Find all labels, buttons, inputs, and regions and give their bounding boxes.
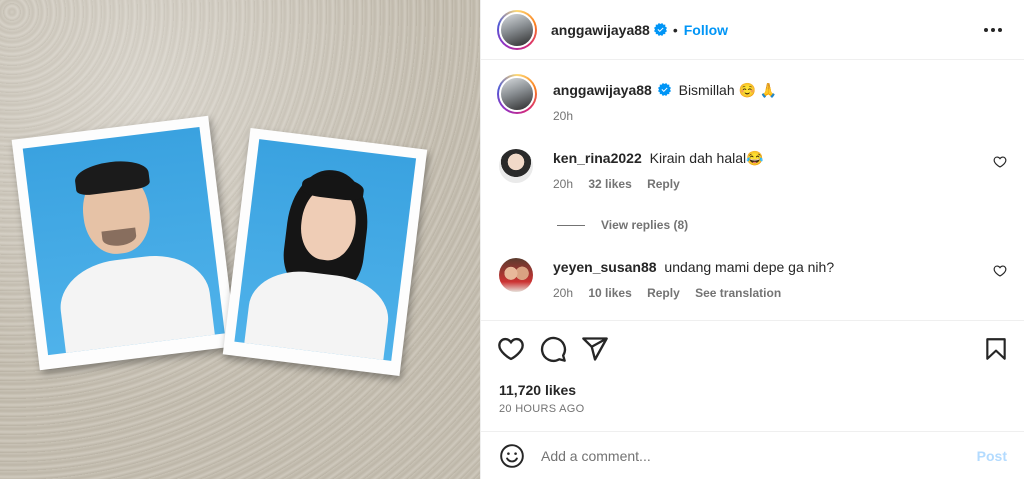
emoji-icon[interactable] <box>499 443 525 469</box>
follow-button[interactable]: Follow <box>684 22 728 38</box>
verified-badge-icon <box>657 83 671 96</box>
caption-avatar[interactable] <box>497 74 537 114</box>
commenter-avatar[interactable] <box>499 258 533 292</box>
post-detail-panel: anggawijaya88 • Follow anggawijaya88 Bis… <box>480 0 1024 479</box>
more-horizontal-icon[interactable] <box>981 18 1005 42</box>
share-send-icon[interactable] <box>581 335 609 363</box>
post-timestamp[interactable]: 20 HOURS AGO <box>499 403 585 415</box>
post-image[interactable] <box>0 0 480 479</box>
comment-age[interactable]: 20h <box>553 177 573 191</box>
heart-icon[interactable] <box>993 264 1007 278</box>
comment-item: yeyen_susan88 undang mami depe ga nih? 2… <box>497 258 1007 300</box>
caption-username[interactable]: anggawijaya88 <box>553 82 652 98</box>
passport-photo-woman <box>222 128 428 376</box>
replies-divider <box>557 224 585 226</box>
see-translation-button[interactable]: See translation <box>695 286 781 300</box>
commenter-username[interactable]: ken_rina2022 <box>553 150 642 166</box>
passport-photo-man <box>11 115 237 371</box>
comment-likes[interactable]: 10 likes <box>588 286 631 300</box>
caption-age[interactable]: 20h <box>553 109 573 123</box>
commenter-avatar[interactable] <box>499 149 533 183</box>
caption-text: Bismillah ☺️ 🙏 <box>678 82 778 98</box>
view-replies-button[interactable]: View replies (8) <box>557 218 688 232</box>
comment-text: Kirain dah halal😂 <box>649 150 764 166</box>
comment-input[interactable] <box>541 447 951 464</box>
add-comment-bar: Post <box>481 431 1024 479</box>
comment-item: ken_rina2022 Kirain dah halal😂 20h 32 li… <box>497 149 1007 191</box>
like-heart-icon[interactable] <box>497 335 525 363</box>
comments-section: anggawijaya88 Bismillah ☺️ 🙏 20h ken_rin… <box>481 61 1024 319</box>
verified-badge-icon <box>653 23 667 36</box>
reply-button[interactable]: Reply <box>647 177 680 191</box>
post-caption: anggawijaya88 Bismillah ☺️ 🙏 20h <box>497 74 777 123</box>
post-header: anggawijaya88 • Follow <box>481 0 1024 60</box>
separator-dot: • <box>672 21 678 38</box>
post-comment-button[interactable]: Post <box>977 448 1007 464</box>
post-actions: 11,720 likes 20 HOURS AGO <box>481 320 1024 430</box>
author-username[interactable]: anggawijaya88 <box>551 22 650 38</box>
comment-text: undang mami depe ga nih? <box>664 259 835 275</box>
likes-count[interactable]: 11,720 likes <box>499 382 576 398</box>
reply-button[interactable]: Reply <box>647 286 680 300</box>
save-bookmark-icon[interactable] <box>983 336 1009 362</box>
heart-icon[interactable] <box>993 155 1007 169</box>
comment-age[interactable]: 20h <box>553 286 573 300</box>
view-replies-label[interactable]: View replies (8) <box>601 218 688 232</box>
comment-likes[interactable]: 32 likes <box>588 177 631 191</box>
commenter-username[interactable]: yeyen_susan88 <box>553 259 657 275</box>
comment-bubble-icon[interactable] <box>539 335 567 363</box>
author-avatar[interactable] <box>497 9 537 50</box>
